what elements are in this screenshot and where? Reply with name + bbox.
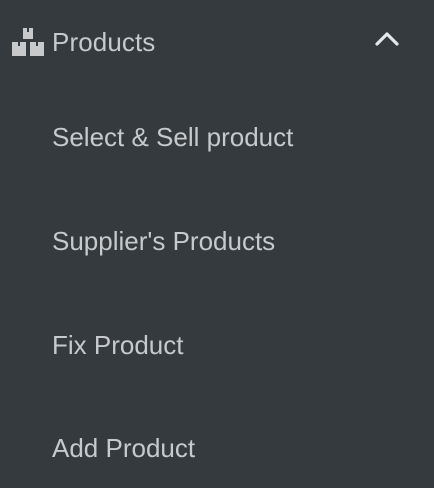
boxes-icon	[12, 28, 44, 56]
section-title: Products	[52, 27, 156, 57]
submenu-item-fix-product[interactable]: Fix Product	[52, 325, 412, 365]
submenu-item-suppliers-products[interactable]: Supplier's Products	[52, 221, 412, 261]
chevron-up-icon[interactable]	[374, 28, 400, 48]
sidebar-menu: Products Select & Sell product Supplier'…	[0, 0, 434, 488]
submenu-item-add-product[interactable]: Add Product	[52, 428, 412, 468]
submenu-item-select-sell-product[interactable]: Select & Sell product	[52, 117, 412, 157]
products-section-header[interactable]: Products	[0, 0, 434, 86]
